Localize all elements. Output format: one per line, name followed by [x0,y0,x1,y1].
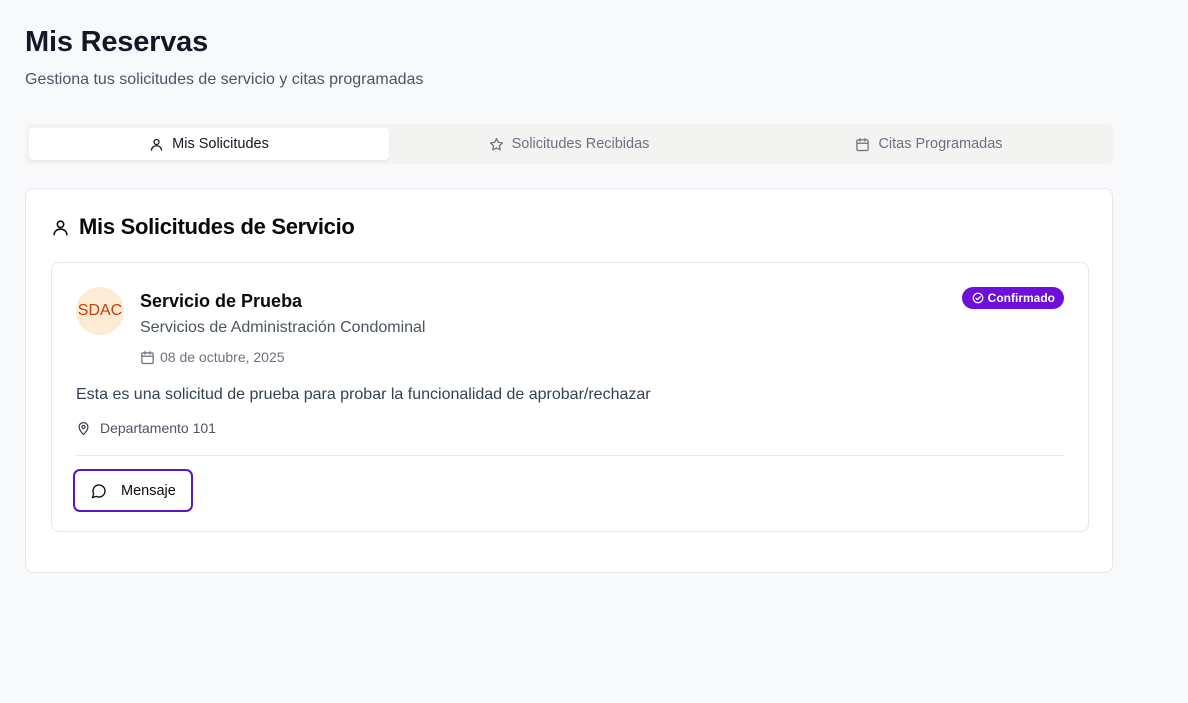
status-badge-text: Confirmado [987,291,1055,305]
tab-solicitudes-recibidas[interactable]: Solicitudes Recibidas [389,128,749,160]
request-location-text: Departamento 101 [100,420,216,436]
star-icon [489,137,503,150]
page-subtitle: Gestiona tus solicitudes de servicio y c… [25,71,424,88]
tab-mis-solicitudes[interactable]: Mis Solicitudes [29,128,389,160]
request-item: SDAC Servicio de Prueba Servicios de Adm… [51,262,1089,532]
service-name: Servicio de Prueba [140,291,303,311]
requests-card: Mis Solicitudes de Servicio SDAC Servici… [25,188,1113,573]
avatar: SDAC [76,287,124,335]
service-provider: Servicios de Administración Condominal [140,319,426,336]
check-circle-icon [972,292,984,304]
service-date-text: 08 de octubre, 2025 [160,349,285,365]
tab-label: Solicitudes Recibidas [511,136,650,152]
status-badge: Confirmado [961,287,1064,309]
tab-label: Citas Programadas [878,136,1003,152]
request-location: Departamento 101 [76,420,216,436]
section-title-text: Mis Solicitudes de Servicio [79,214,355,239]
message-circle-icon [91,483,106,498]
map-pin-icon [78,421,89,435]
request-description: Esta es una solicitud de prueba para pro… [76,386,651,403]
calendar-icon [141,350,154,364]
calendar-icon [856,137,870,151]
message-button-label: Mensaje [121,482,176,499]
service-date: 08 de octubre, 2025 [140,349,285,365]
section-title: Mis Solicitudes de Servicio [51,214,355,240]
page-title: Mis Reservas [25,26,208,58]
divider [76,455,1064,456]
tab-list: Mis Solicitudes Solicitudes Recibidas Ci… [25,124,1113,164]
message-button[interactable]: Mensaje [73,469,193,512]
user-icon [151,138,163,151]
user-icon [53,219,68,235]
tab-label: Mis Solicitudes [172,136,269,152]
tab-citas-programadas[interactable]: Citas Programadas [749,128,1109,160]
